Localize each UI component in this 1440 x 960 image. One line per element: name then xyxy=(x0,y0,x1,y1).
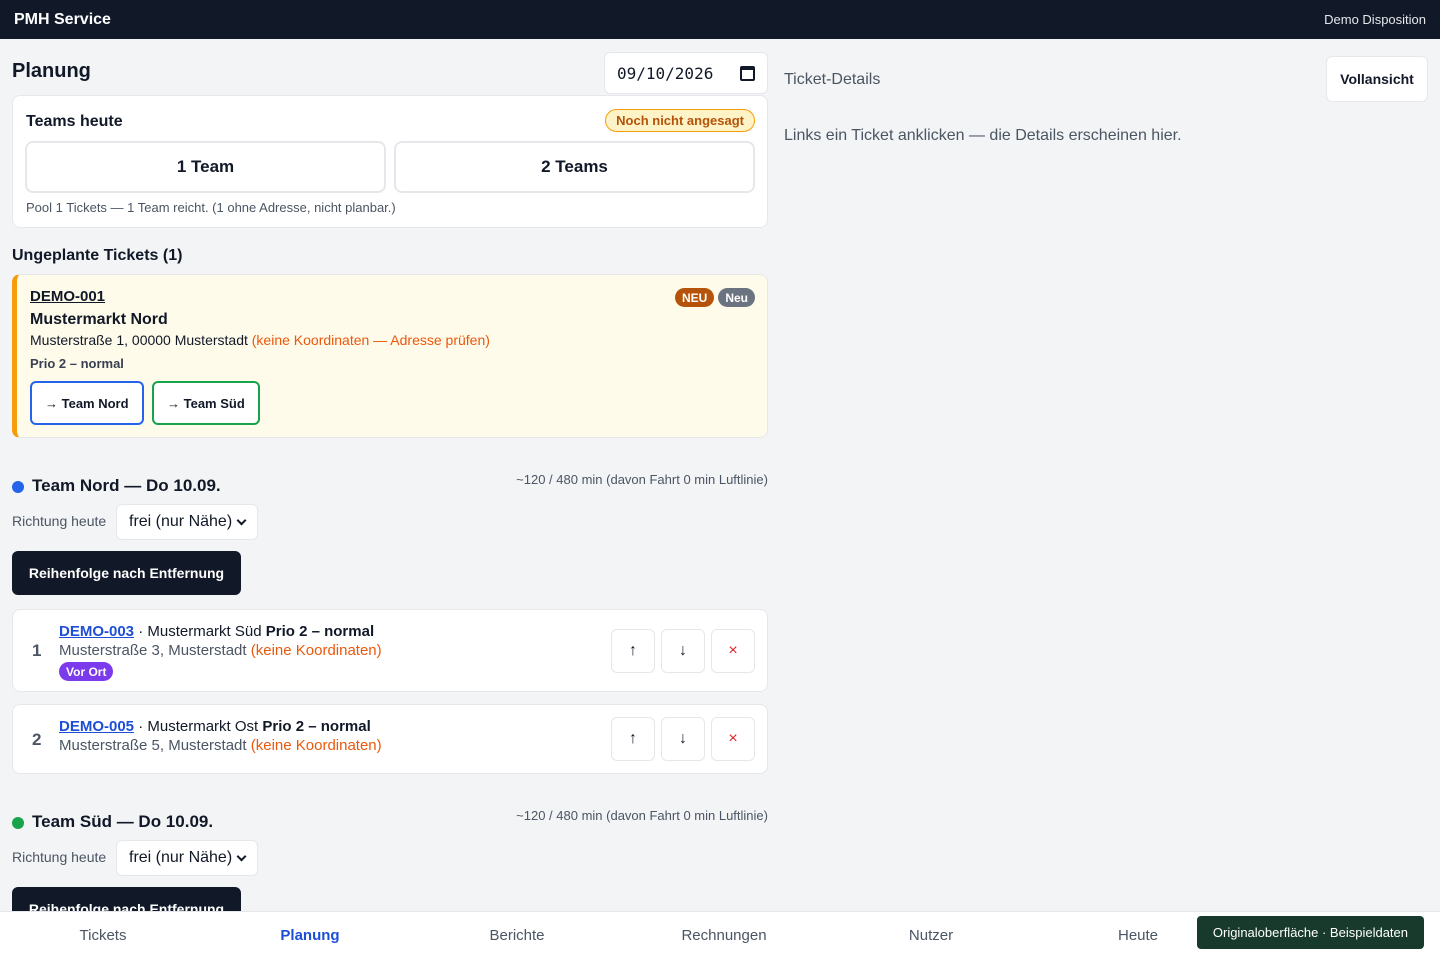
stop-address-warning: (keine Koordinaten) xyxy=(250,642,382,659)
ticket-badges: NEU Neu xyxy=(674,288,755,307)
team-nord-direction-row: Richtung heute frei (nur Nähe) xyxy=(12,504,312,540)
nav-nutzer[interactable]: Nutzer xyxy=(909,927,953,944)
ticket-address: Musterstraße 1, 00000 Musterstadt (keine… xyxy=(30,332,490,348)
ticket-address-warning: (keine Koordinaten — Adresse prüfen) xyxy=(251,332,490,348)
team-nord-name: Team Nord — Do 10.09. xyxy=(32,476,221,495)
chevron-down-icon xyxy=(236,515,247,526)
ticket-priority: Prio 2 – normal xyxy=(30,356,124,371)
ticket-name: Mustermarkt Nord xyxy=(30,311,168,328)
ticket-address-text: Musterstraße 1, 00000 Musterstadt xyxy=(30,332,248,348)
stop-ticket-link[interactable]: DEMO-005 xyxy=(59,718,134,735)
team-nord-color-dot xyxy=(12,481,24,493)
team-sued-direction-select[interactable]: frei (nur Nähe) xyxy=(116,840,258,876)
move-up-button[interactable]: ↑ xyxy=(611,629,655,673)
team-nord-sort-button[interactable]: Reihenfolge nach Entfernung xyxy=(12,551,241,595)
bottom-nav: Tickets Planung Berichte Rechnungen Nutz… xyxy=(0,911,1440,960)
details-empty-text: Links ein Ticket anklicken — die Details… xyxy=(784,127,1182,144)
date-input[interactable]: 09/10/2026 xyxy=(604,52,768,94)
team-sued-color-dot xyxy=(12,817,24,829)
stop-address: Musterstraße 5, Musterstadt (keine Koord… xyxy=(59,737,382,754)
stop-priority: Prio 2 – normal xyxy=(262,718,371,735)
date-value: 09/10/2026 xyxy=(617,63,714,83)
nav-heute[interactable]: Heute xyxy=(1118,927,1158,944)
nav-rechnungen[interactable]: Rechnungen xyxy=(681,927,766,944)
teams-today-card: Teams heute Noch nicht angesagt 1 Team 2… xyxy=(12,95,768,228)
ticket-details-panel: Ticket-Details Vollansicht Links ein Tic… xyxy=(784,39,1428,911)
team-nord-direction-select[interactable]: frei (nur Nähe) xyxy=(116,504,258,540)
full-view-button[interactable]: Vollansicht xyxy=(1326,56,1428,102)
stop-title: DEMO-005 · Mustermarkt Ost Prio 2 – norm… xyxy=(59,718,371,735)
unplanned-ticket-card[interactable]: DEMO-001 NEU Neu Mustermarkt Nord Muster… xyxy=(12,274,768,438)
one-team-button[interactable]: 1 Team xyxy=(25,141,386,193)
remove-button[interactable]: × xyxy=(711,717,755,761)
nav-tickets[interactable]: Tickets xyxy=(80,927,127,944)
teams-today-label: Teams heute xyxy=(26,113,123,130)
pool-hint: Pool 1 Tickets — 1 Team reicht. (1 ohne … xyxy=(26,200,396,215)
app-brand: PMH Service xyxy=(14,10,111,28)
nav-berichte[interactable]: Berichte xyxy=(489,927,544,944)
assign-team-nord-button[interactable]: → Team Nord xyxy=(30,381,144,425)
stop-number: 2 xyxy=(32,730,42,749)
team-nord-stats: ~120 / 480 min (davon Fahrt 0 min Luftli… xyxy=(516,472,768,487)
nav-planung[interactable]: Planung xyxy=(280,927,339,944)
move-down-button[interactable]: ↓ xyxy=(661,629,705,673)
page-title: Planung xyxy=(12,60,91,82)
status-badge-new: Neu xyxy=(718,288,755,307)
planning-panel: Planung 09/10/2026 Teams heute Noch nich… xyxy=(12,39,768,911)
assign-team-sued-button[interactable]: → Team Süd xyxy=(152,381,260,425)
team-nord-header: Team Nord — Do 10.09. ~120 / 480 min (da… xyxy=(12,472,768,498)
stop-title: DEMO-003 · Mustermarkt Süd Prio 2 – norm… xyxy=(59,623,374,640)
new-badge: NEU xyxy=(674,288,715,307)
direction-label: Richtung heute xyxy=(12,513,107,529)
team-sued-sort-button[interactable]: Reihenfolge nach Entfernung xyxy=(12,887,241,911)
stop-ticket-link[interactable]: DEMO-003 xyxy=(59,623,134,640)
direction-label: Richtung heute xyxy=(12,849,107,865)
direction-value: frei (nur Nähe) xyxy=(129,513,233,530)
stop-address-text: Musterstraße 3, Musterstadt xyxy=(59,642,247,659)
chevron-down-icon xyxy=(236,851,247,862)
calendar-icon[interactable] xyxy=(740,65,755,81)
stop-number: 1 xyxy=(32,641,42,660)
move-up-button[interactable]: ↑ xyxy=(611,717,655,761)
team-sued-stats: ~120 / 480 min (davon Fahrt 0 min Luftli… xyxy=(516,808,768,823)
stop-address-text: Musterstraße 5, Musterstadt xyxy=(59,737,247,754)
details-title: Ticket-Details xyxy=(784,71,881,88)
two-teams-button[interactable]: 2 Teams xyxy=(394,141,755,193)
stop-name: · Mustermarkt Ost xyxy=(138,718,259,735)
top-bar: PMH Service Demo Disposition xyxy=(0,0,1440,39)
status-badge: Noch nicht angesagt xyxy=(605,109,755,132)
route-stop[interactable]: 2 DEMO-005 · Mustermarkt Ost Prio 2 – no… xyxy=(12,704,768,774)
original-ui-badge: Originaloberfläche · Beispieldaten xyxy=(1196,916,1424,949)
route-stop[interactable]: 1 DEMO-003 · Mustermarkt Süd Prio 2 – no… xyxy=(12,609,768,692)
user-label: Demo Disposition xyxy=(1324,12,1426,27)
unplanned-title: Ungeplante Tickets (1) xyxy=(12,247,183,264)
stop-priority: Prio 2 – normal xyxy=(265,623,375,640)
team-sued-direction-row: Richtung heute frei (nur Nähe) xyxy=(12,840,312,876)
remove-button[interactable]: × xyxy=(711,629,755,673)
team-sued-header: Team Süd — Do 10.09. ~120 / 480 min (dav… xyxy=(12,808,768,834)
stop-name: · Mustermarkt Süd xyxy=(138,623,262,640)
stop-address-warning: (keine Koordinaten) xyxy=(250,737,382,754)
direction-value: frei (nur Nähe) xyxy=(129,849,233,866)
move-down-button[interactable]: ↓ xyxy=(661,717,705,761)
ticket-id-link[interactable]: DEMO-001 xyxy=(30,288,105,305)
planning-header: Planung 09/10/2026 xyxy=(12,52,768,94)
on-site-badge: Vor Ort xyxy=(59,662,114,681)
team-sued-name: Team Süd — Do 10.09. xyxy=(32,812,214,831)
stop-address: Musterstraße 3, Musterstadt (keine Koord… xyxy=(59,642,382,659)
